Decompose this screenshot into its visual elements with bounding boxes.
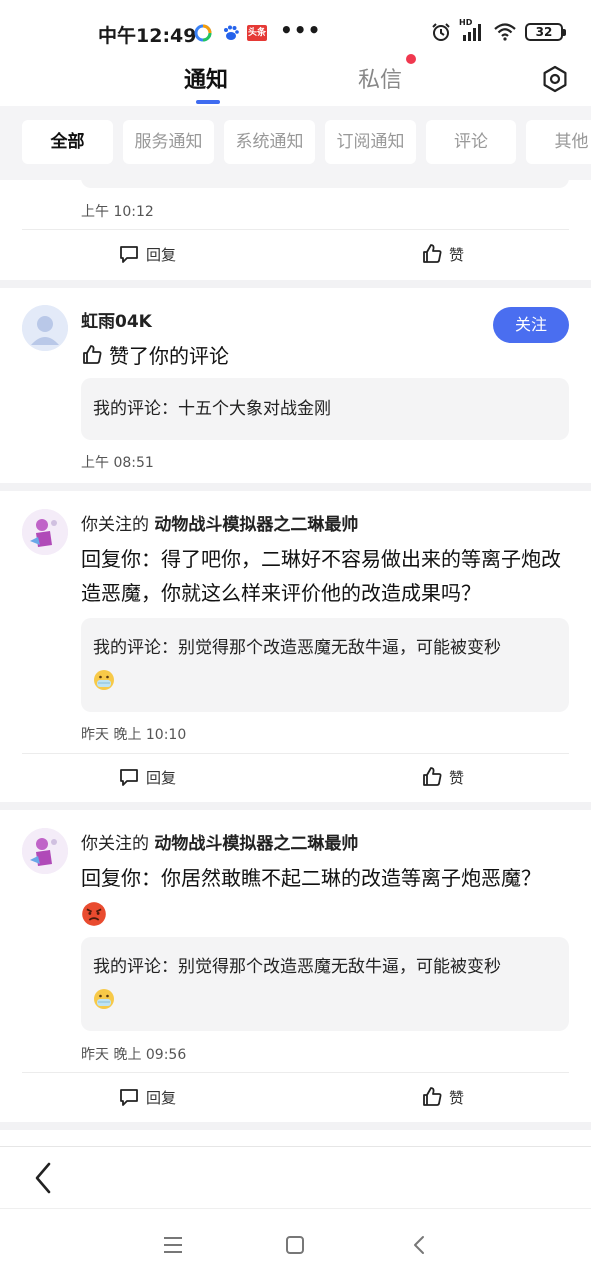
like-notice: 赞了你的评论	[81, 340, 229, 369]
mask-face-emoji-icon	[94, 670, 114, 690]
active-tab-indicator	[196, 100, 220, 104]
back-arrow-icon[interactable]	[32, 1161, 54, 1195]
like-label: 赞	[449, 1088, 465, 1107]
tab-notifications[interactable]: 通知	[184, 62, 228, 94]
toutiao-icon: 头条	[247, 25, 267, 41]
toutiao-label: 头条	[247, 28, 266, 38]
reply-button[interactable]: 回复	[118, 766, 176, 788]
reply-header: 你关注的 动物战斗模拟器之二琳最帅	[81, 829, 358, 854]
section-separator	[0, 802, 591, 810]
divider	[22, 1072, 569, 1073]
mask-face-emoji-icon	[94, 989, 114, 1009]
baidu-paw-icon	[224, 25, 239, 40]
timestamp: 上午 08:51	[81, 455, 154, 471]
user-name[interactable]: 动物战斗模拟器之二琳最帅	[154, 834, 358, 854]
back-bar	[0, 1146, 591, 1208]
wifi-icon	[494, 23, 516, 41]
like-label: 赞	[449, 768, 465, 787]
follow-button[interactable]: 关注	[493, 307, 569, 343]
status-right: HD 32	[431, 18, 566, 42]
quote-box-partial	[81, 180, 569, 188]
comment-icon	[120, 246, 138, 263]
section-separator	[0, 483, 591, 491]
status-time: 中午12:49	[98, 25, 197, 47]
status-more: •••	[280, 18, 322, 42]
comment-icon	[120, 1089, 138, 1106]
avatar[interactable]	[22, 305, 68, 351]
alarm-icon	[432, 23, 450, 41]
follow-prefix: 你关注的	[81, 834, 149, 854]
like-button[interactable]: 赞	[421, 766, 464, 788]
quoted-comment[interactable]: 我的评论：十五个大象对战金刚	[81, 378, 569, 440]
timestamp: 上午 10:12	[81, 204, 154, 220]
thumbs-up-icon	[423, 244, 442, 263]
section-separator	[0, 1122, 591, 1130]
avatar[interactable]	[22, 828, 68, 874]
thumbs-up-icon	[423, 767, 442, 786]
status-bar: 中午12:49 头条 ••• HD 32	[0, 0, 591, 62]
reply-button[interactable]: 回复	[118, 243, 176, 265]
avatar[interactable]	[22, 509, 68, 555]
tab-messages[interactable]: 私信	[358, 62, 402, 94]
signal-icon: HD	[459, 18, 485, 42]
reply-label: 回复	[146, 245, 177, 264]
thumbs-up-icon	[83, 344, 102, 364]
like-button[interactable]: 赞	[421, 243, 464, 265]
reply-header: 你关注的 动物战斗模拟器之二琳最帅	[81, 510, 358, 535]
chip-subscription[interactable]: 订阅通知	[325, 120, 416, 164]
like-label: 赞	[449, 245, 465, 264]
quote-text: 我的评论：别觉得那个改造恶魔无敌牛逼，可能被变秒	[93, 957, 501, 977]
chip-other[interactable]: 其他	[526, 120, 591, 164]
notification-feed: 上午 10:12 回复 赞 虹雨04K 关注 赞了你的评论 我的评论：十五个大象…	[0, 180, 591, 1146]
chip-comments[interactable]: 评论	[426, 120, 516, 164]
user-name[interactable]: 虹雨04K	[81, 307, 152, 332]
user-name[interactable]: 动物战斗模拟器之二琳最帅	[154, 515, 358, 535]
divider	[22, 229, 569, 230]
battery-level: 32	[535, 25, 553, 39]
timestamp: 昨天 晚上 09:56	[81, 1047, 187, 1063]
angry-face-emoji-icon	[82, 901, 106, 926]
reply-text[interactable]: 回复你：得了吧你，二琳好不容易做出来的等离子炮改造恶魔，你就这么样来评价他的改造…	[81, 542, 569, 610]
battery-icon: 32	[525, 23, 566, 41]
notice-text: 赞了你的评论	[109, 344, 229, 368]
chip-service[interactable]: 服务通知	[123, 120, 214, 164]
section-separator	[0, 280, 591, 288]
follow-prefix: 你关注的	[81, 515, 149, 535]
filter-chips: 全部 服务通知 系统通知 订阅通知 评论 其他	[0, 106, 591, 180]
reply-label: 回复	[146, 1088, 177, 1107]
chip-system[interactable]: 系统通知	[224, 120, 315, 164]
divider	[22, 753, 569, 754]
thumbs-up-icon	[423, 1087, 442, 1106]
reply-label: 回复	[146, 768, 177, 787]
colorful-ring-icon	[194, 24, 212, 42]
like-button[interactable]: 赞	[421, 1086, 464, 1108]
unread-dot	[406, 54, 416, 64]
menu-icon[interactable]	[163, 1236, 183, 1254]
app-root: 中午12:49 头条 ••• HD 32 通知 私信 全部 服务通知 系统通知 …	[0, 0, 591, 1280]
quote-text: 我的评论：别觉得那个改造恶魔无敌牛逼，可能被变秒	[93, 638, 501, 658]
reply-message[interactable]: 回复你：你居然敢瞧不起二琳的改造等离子炮恶魔？	[81, 861, 569, 929]
settings-icon[interactable]	[541, 65, 569, 93]
chip-all[interactable]: 全部	[22, 120, 113, 164]
comment-icon	[120, 769, 138, 786]
quoted-comment[interactable]: 我的评论：别觉得那个改造恶魔无敌牛逼，可能被变秒	[81, 937, 569, 1031]
system-nav-bar	[0, 1208, 591, 1280]
timestamp: 昨天 晚上 10:10	[81, 727, 187, 743]
reply-button[interactable]: 回复	[118, 1086, 176, 1108]
nav-back-icon[interactable]	[411, 1235, 427, 1255]
reply-text: 回复你：你居然敢瞧不起二琳的改造等离子炮恶魔？	[81, 866, 541, 890]
home-square-icon[interactable]	[285, 1235, 305, 1255]
top-tabs: 通知 私信	[0, 54, 591, 106]
quoted-comment[interactable]: 我的评论：别觉得那个改造恶魔无敌牛逼，可能被变秒	[81, 618, 569, 712]
